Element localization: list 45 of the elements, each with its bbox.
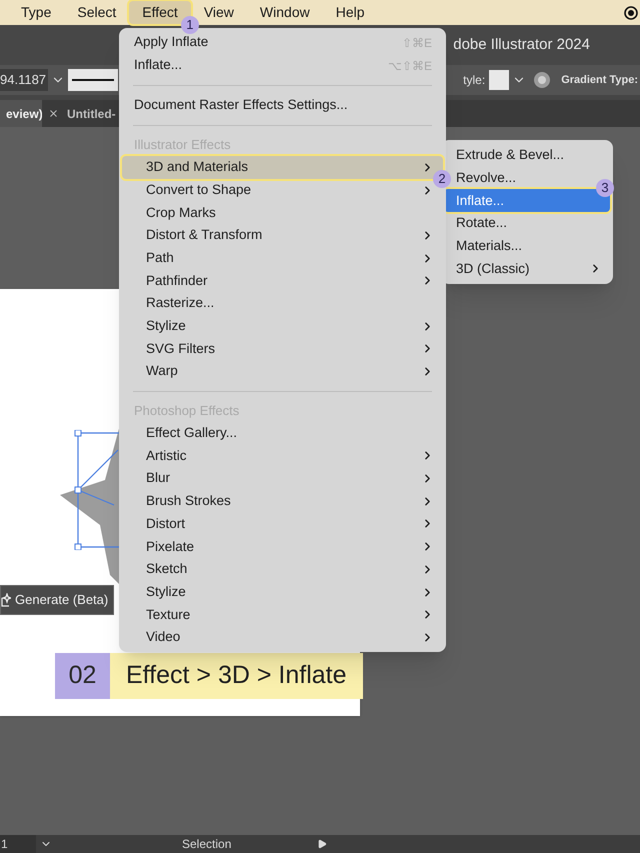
step-number: 02 — [55, 653, 110, 699]
sparkle-icon — [1, 593, 11, 607]
menu-item[interactable]: Extrude & Bevel... — [444, 144, 610, 167]
menu-item[interactable]: Pathfinder — [122, 269, 443, 292]
status-icon — [624, 6, 638, 20]
menu-item[interactable]: Artistic — [122, 444, 443, 468]
menu-item[interactable]: Sketch — [122, 558, 443, 581]
tool-label: Selection — [182, 836, 232, 853]
menu-item[interactable]: Distort — [122, 512, 443, 536]
menu-item[interactable]: Video — [122, 626, 443, 649]
menu-item[interactable]: Distort & Transform — [122, 224, 443, 247]
generate-button[interactable]: Generate (Beta) — [0, 585, 114, 615]
stroke-preview[interactable] — [68, 69, 118, 91]
style-swatch[interactable] — [489, 70, 510, 90]
menu-item[interactable]: Pixelate — [122, 535, 443, 558]
menu-bar-item[interactable]: Select — [64, 0, 130, 24]
close-icon[interactable] — [48, 108, 59, 119]
menu-item[interactable]: Rotate... — [444, 212, 610, 235]
menu-item[interactable]: Stylize — [122, 580, 443, 604]
gradient-type-label: Gradient Type: — [561, 72, 638, 88]
menu-item[interactable]: Path — [122, 246, 443, 270]
zoom-field[interactable]: 1 — [0, 835, 36, 853]
step-caption: Effect > 3D > Inflate — [110, 653, 363, 699]
menu-item[interactable]: 3D (Classic) — [444, 257, 610, 280]
menu-item[interactable]: Materials... — [444, 234, 610, 258]
menu-bar-item[interactable]: Window — [246, 0, 323, 24]
value-field[interactable]: 94.1187 — [0, 69, 48, 91]
menu-bar-item[interactable]: Help — [322, 0, 378, 24]
menu-item[interactable]: Rasterize... — [122, 292, 443, 315]
window-title: dobe Illustrator 2024 — [453, 34, 590, 55]
style-label: tyle: — [463, 72, 486, 89]
menu-item[interactable]: Blur — [122, 467, 443, 490]
step-badge: 3 — [596, 179, 614, 198]
menu-item[interactable]: Effect Gallery... — [122, 422, 443, 445]
menu-item[interactable]: Texture — [122, 603, 443, 626]
document-tab[interactable]: eview) — [0, 100, 42, 127]
menu-item[interactable]: Warp — [122, 360, 443, 383]
menu-item[interactable]: Document Raster Effects Settings... — [119, 94, 446, 117]
menu-item[interactable]: Crop Marks — [122, 201, 443, 224]
menu-bar-item[interactable]: Type — [8, 0, 64, 24]
globe-icon[interactable] — [533, 71, 552, 89]
menu-item[interactable]: SVG Filters — [122, 338, 443, 360]
menu-item[interactable]: Stylize — [122, 314, 443, 338]
play-icon[interactable] — [317, 839, 328, 849]
menu-item[interactable]: Brush Strokes — [122, 490, 443, 513]
